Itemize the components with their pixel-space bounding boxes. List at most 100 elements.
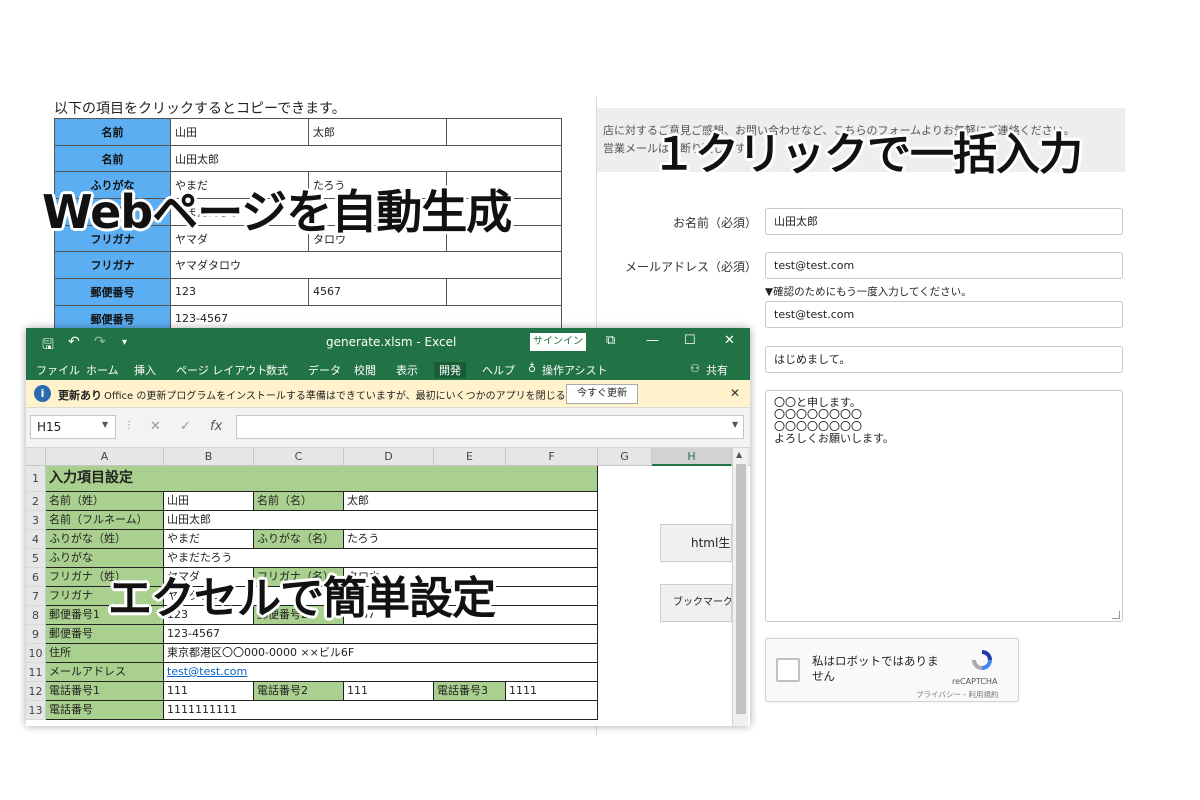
label-cell[interactable]: 名前（名） bbox=[254, 492, 344, 511]
value-cell[interactable]: 1111111111 bbox=[164, 701, 598, 720]
subject-input[interactable]: はじめまして。 bbox=[765, 346, 1123, 373]
label-cell[interactable]: 電話番号 bbox=[46, 701, 164, 720]
copy-cell[interactable]: ヤマダタロウ bbox=[170, 251, 562, 280]
row-header[interactable]: 4 bbox=[26, 530, 46, 549]
tab-developer[interactable]: 開発 bbox=[434, 362, 466, 378]
customize-toolbar-icon[interactable]: ▾ bbox=[122, 337, 127, 348]
update-now-button[interactable]: 今すぐ更新 bbox=[566, 384, 638, 404]
value-cell[interactable]: 111 bbox=[164, 682, 254, 701]
tab-file[interactable]: ファイル bbox=[36, 362, 80, 378]
html-generate-button[interactable]: html生成 bbox=[660, 524, 732, 562]
tab-insert[interactable]: 挿入 bbox=[134, 362, 156, 378]
label-cell[interactable]: 名前（姓） bbox=[46, 492, 164, 511]
value-cell[interactable]: たろう bbox=[344, 530, 598, 549]
recaptcha-checkbox[interactable] bbox=[776, 658, 800, 682]
row-header[interactable]: 8 bbox=[26, 606, 46, 625]
tab-data[interactable]: データ bbox=[308, 362, 341, 378]
copy-cell[interactable]: 123 bbox=[170, 278, 309, 306]
tab-home[interactable]: ホーム bbox=[86, 362, 119, 378]
tab-tell-me[interactable]: 操作アシスト bbox=[542, 362, 608, 378]
value-cell[interactable]: 山田 bbox=[164, 492, 254, 511]
expand-formula-icon[interactable]: ▼ bbox=[732, 420, 738, 429]
tab-help[interactable]: ヘルプ bbox=[482, 362, 515, 378]
lightbulb-icon: ♁ bbox=[528, 362, 537, 375]
copy-cell[interactable]: 山田太郎 bbox=[170, 144, 562, 173]
label-cell[interactable]: メールアドレス bbox=[46, 663, 164, 682]
close-icon[interactable]: ✕ bbox=[730, 386, 740, 400]
copy-cell[interactable]: 山田 bbox=[170, 118, 309, 146]
bookmark-button[interactable]: ブックマーク bbox=[660, 584, 732, 622]
tab-review[interactable]: 校閲 bbox=[354, 362, 376, 378]
copy-cell[interactable]: 4567 bbox=[308, 278, 447, 306]
scrollbar-thumb[interactable] bbox=[736, 464, 746, 714]
row-header[interactable]: 5 bbox=[26, 549, 46, 568]
label-cell[interactable]: ふりがな（姓） bbox=[46, 530, 164, 549]
column-header[interactable]: E bbox=[434, 448, 506, 466]
recaptcha-links[interactable]: プライバシー - 利用規約 bbox=[916, 689, 998, 700]
value-cell[interactable]: 太郎 bbox=[344, 492, 598, 511]
minimize-button[interactable]: — bbox=[646, 333, 659, 348]
row-header[interactable]: 6 bbox=[26, 568, 46, 587]
redo-icon[interactable]: ↷ bbox=[94, 334, 106, 350]
row-header[interactable]: 7 bbox=[26, 587, 46, 606]
copy-cell[interactable]: 太郎 bbox=[308, 118, 447, 146]
column-header[interactable]: F bbox=[506, 448, 598, 466]
copy-cell[interactable] bbox=[446, 278, 562, 306]
value-cell[interactable]: 123-4567 bbox=[164, 625, 598, 644]
maximize-button[interactable]: ☐ bbox=[684, 333, 696, 348]
value-cell[interactable]: 東京都港区〇〇000-0000 ××ビル6F bbox=[164, 644, 598, 663]
copy-cell[interactable] bbox=[446, 118, 562, 146]
formula-input[interactable] bbox=[236, 415, 744, 439]
column-header[interactable]: A bbox=[46, 448, 164, 466]
row-header[interactable]: 12 bbox=[26, 682, 46, 701]
select-all-corner[interactable] bbox=[26, 448, 46, 466]
signin-button[interactable]: サインイン bbox=[530, 333, 586, 351]
label-cell[interactable]: 電話番号1 bbox=[46, 682, 164, 701]
close-button[interactable]: ✕ bbox=[724, 333, 735, 348]
label-cell[interactable]: ふりがな（名） bbox=[254, 530, 344, 549]
chevron-down-icon[interactable]: ▼ bbox=[102, 420, 108, 429]
label-cell[interactable]: 電話番号3 bbox=[434, 682, 506, 701]
value-cell[interactable]: 1111 bbox=[506, 682, 598, 701]
value-cell[interactable]: 111 bbox=[344, 682, 434, 701]
name-input[interactable]: 山田太郎 bbox=[765, 208, 1123, 235]
column-header-selected[interactable]: H bbox=[652, 448, 732, 466]
row-header[interactable]: 1 bbox=[26, 466, 46, 492]
row-header[interactable]: 3 bbox=[26, 511, 46, 530]
column-header[interactable]: B bbox=[164, 448, 254, 466]
share-button[interactable]: 共有 bbox=[706, 362, 728, 378]
scroll-up-icon[interactable]: ▲ bbox=[736, 450, 742, 459]
label-cell[interactable]: 名前（フルネーム） bbox=[46, 511, 164, 530]
column-header[interactable]: G bbox=[598, 448, 652, 466]
row-header[interactable]: 10 bbox=[26, 644, 46, 663]
message-textarea[interactable]: 〇〇と申します。 〇〇〇〇〇〇〇〇 〇〇〇〇〇〇〇〇 よろしくお願いします。 bbox=[765, 390, 1123, 622]
value-cell[interactable]: やまだ bbox=[164, 530, 254, 549]
email-input[interactable]: test@test.com bbox=[765, 252, 1123, 279]
label-cell[interactable]: 電話番号2 bbox=[254, 682, 344, 701]
table-row: 名前 山田太郎 bbox=[54, 144, 562, 173]
label-cell[interactable]: 住所 bbox=[46, 644, 164, 663]
function-icon[interactable]: fx bbox=[210, 419, 222, 434]
row-header[interactable]: 9 bbox=[26, 625, 46, 644]
enter-icon[interactable]: ✓ bbox=[180, 419, 191, 434]
email-confirm-input[interactable]: test@test.com bbox=[765, 301, 1123, 328]
row-header[interactable]: 13 bbox=[26, 701, 46, 720]
tab-formulas[interactable]: 数式 bbox=[266, 362, 288, 378]
row-label: 郵便番号 bbox=[54, 278, 171, 306]
column-header[interactable]: D bbox=[344, 448, 434, 466]
value-cell[interactable]: 山田太郎 bbox=[164, 511, 598, 530]
email-link-cell[interactable]: test@test.com bbox=[164, 663, 598, 682]
sheet-title-cell[interactable]: 入力項目設定 bbox=[46, 466, 598, 492]
column-header[interactable]: C bbox=[254, 448, 344, 466]
vertical-scrollbar[interactable]: ▲ bbox=[732, 448, 748, 726]
resize-grip-icon[interactable] bbox=[1112, 611, 1120, 619]
row-header[interactable]: 11 bbox=[26, 663, 46, 682]
cancel-icon[interactable]: ✕ bbox=[150, 419, 161, 434]
tab-view[interactable]: 表示 bbox=[396, 362, 418, 378]
save-icon[interactable]: 🖫 bbox=[42, 334, 54, 358]
label-cell[interactable]: 郵便番号 bbox=[46, 625, 164, 644]
tab-page-layout[interactable]: ページ レイアウト bbox=[176, 362, 267, 378]
row-header[interactable]: 2 bbox=[26, 492, 46, 511]
undo-icon[interactable]: ↶ bbox=[68, 334, 80, 350]
ribbon-display-icon[interactable]: ⧉ bbox=[606, 333, 615, 348]
